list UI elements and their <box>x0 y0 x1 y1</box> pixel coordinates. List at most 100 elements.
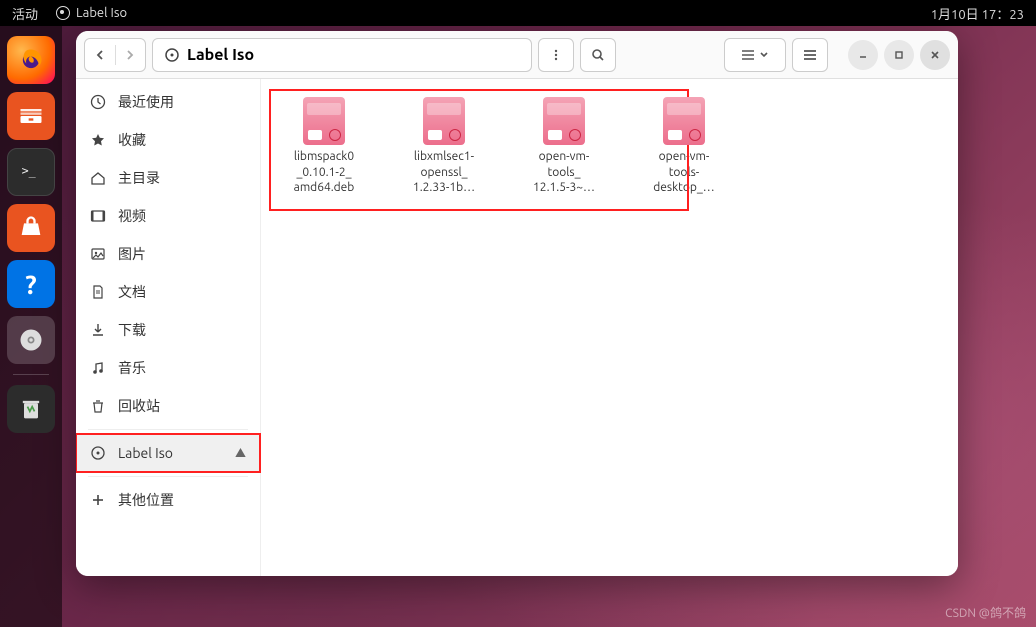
sidebar-item-starred[interactable]: 收藏 <box>76 121 260 159</box>
dock-help[interactable]: ? <box>7 260 55 308</box>
headerbar: Label Iso <box>76 31 958 79</box>
document-icon <box>90 284 106 300</box>
sidebar: 最近使用 收藏 主目录 视频 图片 文档 <box>76 79 261 576</box>
topbar-app-label: Label Iso <box>76 6 127 20</box>
minimize-icon <box>858 50 868 60</box>
files-window: Label Iso 最近使用 <box>76 31 958 576</box>
home-icon <box>90 170 106 186</box>
sidebar-item-pictures[interactable]: 图片 <box>76 235 260 273</box>
disc-icon <box>165 48 179 62</box>
clock[interactable]: 1月10日 17：23 <box>931 4 1036 23</box>
terminal-icon: >_ <box>17 158 45 186</box>
sidebar-item-label: 图片 <box>118 244 146 264</box>
file-item[interactable]: libmspack0_0.10.1-2_amd64.deb <box>279 97 369 196</box>
software-icon <box>17 214 45 242</box>
disc-icon <box>56 6 70 20</box>
path-menu-button[interactable] <box>538 38 574 72</box>
watermark: CSDN @鸽不鸽 <box>945 604 1026 621</box>
file-item[interactable]: open-vm-tools-desktop_… <box>639 97 729 196</box>
deb-package-icon <box>663 97 705 145</box>
file-item[interactable]: open-vm-tools_12.1.5-3~… <box>519 97 609 196</box>
top-panel: 活动 Label Iso 1月10日 17：23 <box>0 0 1036 26</box>
dock-terminal[interactable]: >_ <box>7 148 55 196</box>
close-icon <box>930 50 940 60</box>
sidebar-item-label: 视频 <box>118 206 146 226</box>
file-label: open-vm-tools-desktop_… <box>634 149 734 196</box>
trash-icon <box>17 395 45 423</box>
eject-button[interactable]: ▲ <box>235 445 246 461</box>
star-icon <box>90 132 106 148</box>
sidebar-item-label: 其他位置 <box>118 490 174 510</box>
list-icon <box>741 49 755 61</box>
sidebar-item-documents[interactable]: 文档 <box>76 273 260 311</box>
sidebar-item-label: Label Iso <box>118 445 173 461</box>
clock-icon <box>90 94 106 110</box>
sidebar-item-label: 文档 <box>118 282 146 302</box>
search-button[interactable] <box>580 38 616 72</box>
trash-icon <box>90 398 106 414</box>
maximize-icon <box>894 50 904 60</box>
dock-separator <box>13 374 49 375</box>
sidebar-separator <box>88 476 248 477</box>
sidebar-item-label: 收藏 <box>118 130 146 150</box>
sidebar-item-downloads[interactable]: 下载 <box>76 311 260 349</box>
dock-files[interactable] <box>7 92 55 140</box>
kebab-icon <box>550 48 562 62</box>
forward-button[interactable] <box>116 39 146 71</box>
file-item[interactable]: libxmlsec1-openssl_1.2.33-1b… <box>399 97 489 196</box>
deb-package-icon <box>543 97 585 145</box>
file-label: open-vm-tools_12.1.5-3~… <box>514 149 614 196</box>
video-icon <box>90 208 106 224</box>
chevron-left-icon <box>94 49 106 61</box>
sidebar-separator <box>88 429 248 430</box>
music-icon <box>90 360 106 376</box>
deb-package-icon <box>423 97 465 145</box>
sidebar-item-label: 主目录 <box>118 168 160 188</box>
sidebar-item-label: 音乐 <box>118 358 146 378</box>
chevron-right-icon <box>124 49 136 61</box>
download-icon <box>90 322 106 338</box>
topbar-app-menu[interactable]: Label Iso <box>56 6 127 20</box>
back-button[interactable] <box>85 39 115 71</box>
path-bar[interactable]: Label Iso <box>152 38 532 72</box>
disc-icon <box>90 445 106 461</box>
dock-software[interactable] <box>7 204 55 252</box>
dock-firefox[interactable] <box>7 36 55 84</box>
close-button[interactable] <box>920 40 950 70</box>
nav-buttons <box>84 38 146 72</box>
content-area[interactable]: libmspack0_0.10.1-2_amd64.deb libxmlsec1… <box>261 79 958 576</box>
plus-icon <box>90 492 106 508</box>
dock-trash[interactable] <box>7 385 55 433</box>
files-icon <box>17 102 45 130</box>
hamburger-menu-button[interactable] <box>792 38 828 72</box>
sidebar-item-home[interactable]: 主目录 <box>76 159 260 197</box>
dock-disc[interactable] <box>7 316 55 364</box>
path-label: Label Iso <box>187 46 254 64</box>
activities-button[interactable]: 活动 <box>0 4 38 23</box>
sidebar-item-trash[interactable]: 回收站 <box>76 387 260 425</box>
file-label: libmspack0_0.10.1-2_amd64.deb <box>274 149 374 196</box>
sidebar-item-recent[interactable]: 最近使用 <box>76 83 260 121</box>
files-grid: libmspack0_0.10.1-2_amd64.deb libxmlsec1… <box>273 97 946 196</box>
file-label: libxmlsec1-openssl_1.2.33-1b… <box>394 149 494 196</box>
minimize-button[interactable] <box>848 40 878 70</box>
list-view-button[interactable] <box>724 38 786 72</box>
sidebar-item-label: 回收站 <box>118 396 160 416</box>
sidebar-item-videos[interactable]: 视频 <box>76 197 260 235</box>
disc-icon <box>17 326 45 354</box>
hamburger-icon <box>803 49 817 61</box>
chevron-down-icon <box>759 50 769 60</box>
sidebar-item-label: 下载 <box>118 320 146 340</box>
maximize-button[interactable] <box>884 40 914 70</box>
deb-package-icon <box>303 97 345 145</box>
image-icon <box>90 246 106 262</box>
sidebar-item-other-locations[interactable]: 其他位置 <box>76 481 260 519</box>
sidebar-item-label-iso[interactable]: Label Iso ▲ <box>76 434 260 472</box>
sidebar-item-music[interactable]: 音乐 <box>76 349 260 387</box>
help-icon: ? <box>25 270 36 299</box>
dock: >_ ? <box>0 26 62 627</box>
search-icon <box>591 48 605 62</box>
firefox-icon <box>17 46 45 74</box>
svg-text:>_: >_ <box>22 163 37 177</box>
sidebar-item-label: 最近使用 <box>118 92 174 112</box>
